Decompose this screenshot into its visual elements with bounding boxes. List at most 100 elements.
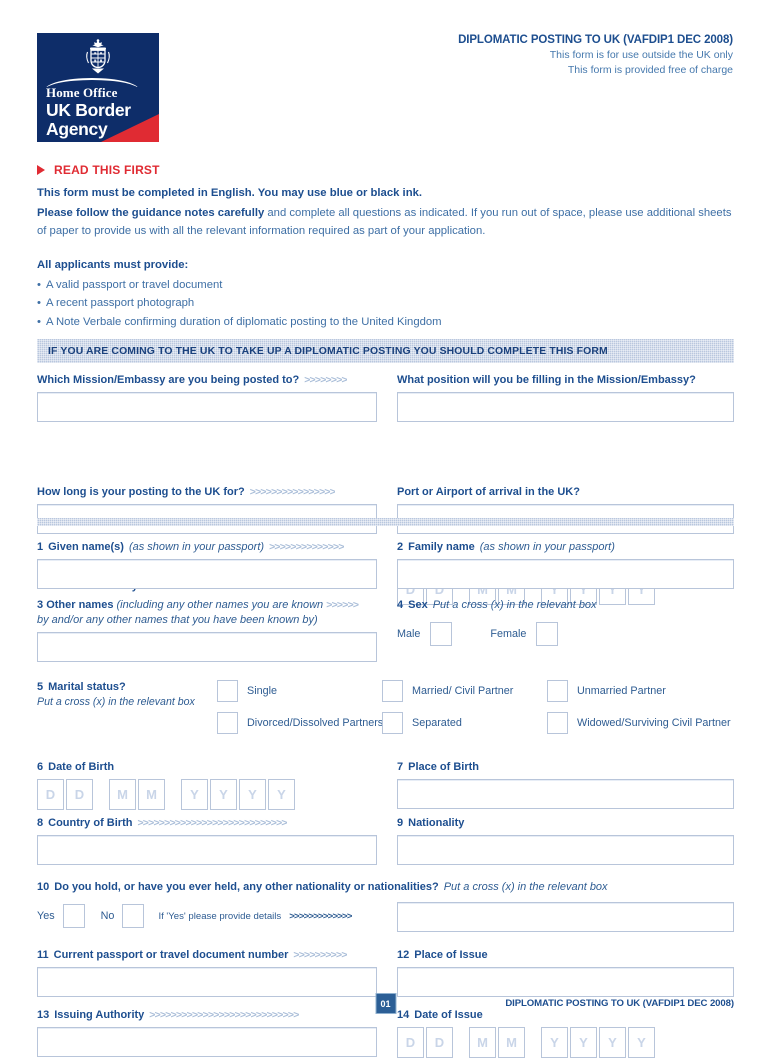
q5-note: Put a cross (x) in the relevant box (37, 696, 195, 708)
row-q3-q4: 3 Other names (including any other names… (37, 598, 734, 676)
q6-month-box-1[interactable]: M (109, 779, 136, 810)
q4-option-male[interactable]: Male (397, 622, 453, 646)
must-provide-list: A valid passport or travel document A re… (37, 276, 734, 332)
q5-single-checkbox[interactable] (217, 680, 238, 702)
q14-month-box-2[interactable]: M (498, 1027, 525, 1058)
row-q1-q2: 1 Given name(s) (as shown in your passpo… (37, 540, 734, 598)
read-this-first-label: READ THIS FIRST (54, 163, 160, 177)
royal-crest-icon (86, 39, 110, 74)
section-divider (37, 518, 734, 526)
footer-form-title: DIPLOMATIC POSTING TO UK (VAFDIP1 DEC 20… (505, 998, 734, 1009)
position-label-text: What position will you be filling in the… (397, 374, 696, 386)
red-triangle-accent (101, 114, 159, 142)
q5-option-separated[interactable]: Separated (382, 712, 547, 734)
q2-note: (as shown in your passport) (479, 541, 615, 553)
q7-place-of-birth-input[interactable] (397, 779, 734, 809)
q7-label-text: Place of Birth (408, 761, 480, 773)
q1-given-names-input[interactable] (37, 559, 377, 589)
q6-month-box-2[interactable]: M (138, 779, 165, 810)
q3-note-1: (including any other names you are known (116, 599, 324, 611)
q14-month-box-1[interactable]: M (469, 1027, 496, 1058)
q14-day-box-2[interactable]: D (426, 1027, 453, 1058)
q5-separated-checkbox[interactable] (382, 712, 403, 734)
q5-option-single[interactable]: Single (217, 680, 382, 702)
q14-year-box-4[interactable]: Y (628, 1027, 655, 1058)
q7-number: 7 (397, 761, 404, 773)
q5-widowed-checkbox[interactable] (547, 712, 568, 734)
q14-day-box-1[interactable]: D (397, 1027, 424, 1058)
q5-option-unmarried[interactable]: Unmarried Partner (547, 680, 722, 702)
year-group: Y Y Y Y (181, 779, 295, 810)
q6-number: 6 (37, 761, 44, 773)
q5-option-divorced[interactable]: Divorced/Dissolved Partnership (217, 712, 398, 734)
q4-number: 4 (397, 599, 404, 611)
form-page: Home Office UK Border Agency DIPLOMATIC … (0, 0, 770, 1058)
day-group: D D (397, 1027, 453, 1058)
page-header: Home Office UK Border Agency DIPLOMATIC … (0, 0, 770, 142)
position-input[interactable] (397, 392, 734, 422)
q5-option-widowed[interactable]: Widowed/Surviving Civil Partner (547, 712, 731, 734)
howlong-label: How long is your posting to the UK for? … (37, 485, 377, 500)
q4-female-checkbox[interactable] (536, 622, 559, 646)
header-text-block: DIPLOMATIC POSTING TO UK (VAFDIP1 DEC 20… (458, 33, 733, 77)
mission-input[interactable] (37, 392, 377, 422)
q2-number: 2 (397, 541, 404, 553)
q5-unmarried-checkbox[interactable] (547, 680, 568, 702)
q14-year-box-3[interactable]: Y (599, 1027, 626, 1058)
q1-label: 1 Given name(s) (as shown in your passpo… (37, 540, 377, 555)
q5-unmarried-label: Unmarried Partner (577, 685, 666, 697)
q10-yes-checkbox[interactable] (62, 904, 85, 928)
q5-label-text: Marital status? (48, 681, 126, 693)
q2-label-text: Family name (408, 541, 475, 553)
q6-year-box-3[interactable]: Y (239, 779, 266, 810)
q14-year-box-1[interactable]: Y (541, 1027, 568, 1058)
q4-sex-options: Male Female (397, 622, 734, 646)
form-subtitle-2: This form is provided free of charge (567, 63, 733, 76)
read-this-first-heading: READ THIS FIRST (37, 163, 734, 177)
chevron-decor: >>>>>>>>>>>>> (289, 910, 352, 922)
q6-day-box-2[interactable]: D (66, 779, 93, 810)
q5-option-married[interactable]: Married/ Civil Partner (382, 680, 547, 702)
q6-day-box-1[interactable]: D (37, 779, 64, 810)
q8-country-of-birth-input[interactable] (37, 835, 377, 865)
chevron-decor: >>>>>>>>>>>>>> (269, 541, 344, 553)
q8-number: 8 (37, 817, 44, 829)
q6-year-box-2[interactable]: Y (210, 779, 237, 810)
q4-female-label: Female (490, 628, 527, 640)
q10-detail-label: If 'Yes' please provide details (158, 910, 282, 922)
q13-issuing-authority-input[interactable] (37, 1027, 377, 1057)
q14-date-group: D D M M Y Y Y Y (397, 1027, 734, 1058)
q6-year-box-1[interactable]: Y (181, 779, 208, 810)
banner-text: IF YOU ARE COMING TO THE UK TO TAKE UP A… (48, 345, 608, 357)
chevron-decor: >>>>>>>> (304, 374, 347, 386)
q4-option-female[interactable]: Female (490, 622, 559, 646)
q2-label: 2 Family name (as shown in your passport… (397, 540, 734, 555)
q10-no-label: No (100, 910, 115, 922)
q9-nationality-input[interactable] (397, 835, 734, 865)
q3-other-names-input[interactable] (37, 632, 377, 662)
q10-nationality-details-input[interactable] (397, 902, 734, 932)
q11-label-text: Current passport or travel document numb… (53, 949, 289, 961)
must-provide-block: All applicants must provide: A valid pas… (37, 259, 734, 332)
home-office-label: Home Office (46, 85, 118, 100)
q6-year-box-4[interactable]: Y (268, 779, 295, 810)
q3-number: 3 (37, 599, 44, 611)
q4-male-checkbox[interactable] (430, 622, 453, 646)
q3-label: 3 Other names (including any other names… (37, 598, 377, 628)
howlong-label-text: How long is your posting to the UK for? (37, 486, 245, 498)
month-group: M M (109, 779, 165, 810)
row-mission-position: Which Mission/Embassy are you being post… (37, 373, 734, 433)
q5-divorced-checkbox[interactable] (217, 712, 238, 734)
q10-label: 10 Do you hold, or have you ever held, a… (37, 880, 734, 895)
question-3: 3 Other names (including any other names… (37, 598, 377, 662)
q14-year-box-2[interactable]: Y (570, 1027, 597, 1058)
question-1: 1 Given name(s) (as shown in your passpo… (37, 540, 377, 589)
q10-no-checkbox[interactable] (122, 904, 145, 928)
field-mission: Which Mission/Embassy are you being post… (37, 373, 377, 422)
intro-section: READ THIS FIRST This form must be comple… (37, 163, 734, 331)
q10-yes-label: Yes (37, 910, 55, 922)
q2-family-name-input[interactable] (397, 559, 734, 589)
q5-married-checkbox[interactable] (382, 680, 403, 702)
q5-single-label: Single (247, 685, 278, 697)
month-group: M M (469, 1027, 525, 1058)
